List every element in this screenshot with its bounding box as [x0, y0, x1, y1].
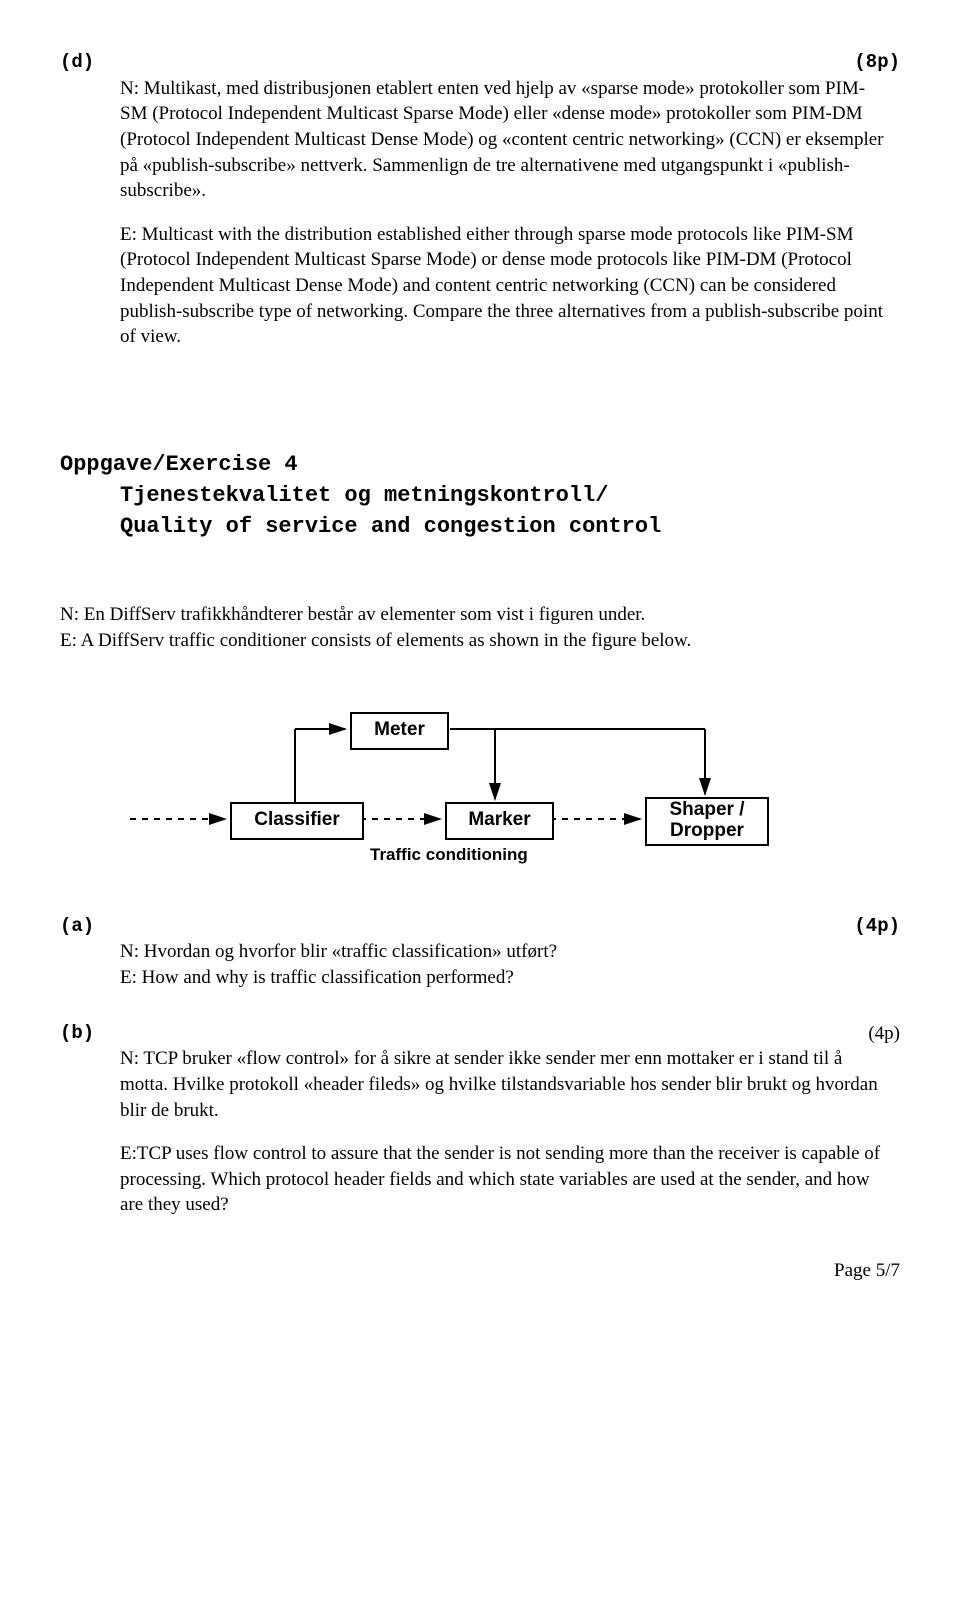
exercise-subtitle-1: Tjenestekvalitet og metningskontroll/ — [120, 481, 900, 512]
intro-english: E: A DiffServ traffic conditioner consis… — [60, 628, 900, 654]
section-a-english: E: How and why is traffic classification… — [120, 965, 890, 991]
exercise-subtitle-2: Quality of service and congestion contro… — [120, 512, 900, 543]
section-d-norwegian: N: Multikast, med distribusjonen etabler… — [120, 76, 890, 204]
section-b-label: (b) — [60, 1021, 94, 1047]
shaper-box: Shaper / Dropper — [645, 797, 769, 846]
section-b-english: E:TCP uses flow control to assure that t… — [120, 1141, 890, 1218]
section-b-norwegian: N: TCP bruker «flow control» for å sikre… — [120, 1046, 890, 1123]
exercise-title: Oppgave/Exercise 4 — [60, 450, 900, 481]
section-d-english: E: Multicast with the distribution estab… — [120, 222, 890, 350]
intro-norwegian: N: En DiffServ trafikkhåndterer består a… — [60, 602, 900, 628]
meter-box: Meter — [350, 712, 449, 750]
section-d-label: (d) — [60, 50, 94, 76]
section-a-label: (a) — [60, 914, 94, 940]
section-b-points: (4p) — [868, 1021, 900, 1047]
section-a-norwegian: N: Hvordan og hvorfor blir «traffic clas… — [120, 939, 890, 965]
diffserv-diagram: Meter Classifier Marker Shaper / Dropper… — [130, 694, 830, 894]
classifier-box: Classifier — [230, 802, 364, 840]
section-a-points: (4p) — [854, 914, 900, 940]
section-d-points: (8p) — [854, 50, 900, 76]
marker-box: Marker — [445, 802, 554, 840]
page-footer: Page 5/7 — [60, 1258, 900, 1284]
diagram-caption: Traffic conditioning — [370, 844, 528, 867]
